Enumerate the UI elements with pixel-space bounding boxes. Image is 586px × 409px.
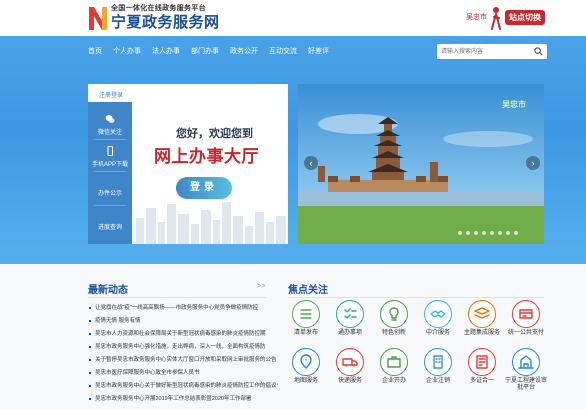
focus-item[interactable]: 统一公共支付 <box>504 300 548 337</box>
lightbulb-icon <box>380 300 408 328</box>
service-hall-panel: 注册登录 微信关注 手机APP下载 办件公示 进度查询 您好，欢迎您到 网上办事… <box>88 84 288 244</box>
handshake-icon <box>424 300 452 328</box>
focus-item-label: 清单发布 <box>293 330 318 336</box>
case-publicity-item[interactable]: 办件公示 <box>88 188 132 197</box>
delivery-icon <box>336 348 364 376</box>
focus-item-label: 通办事项 <box>337 330 362 336</box>
panel-sidebar: 注册登录 微信关注 手机APP下载 办件公示 进度查询 <box>88 84 132 244</box>
nav-rating[interactable]: 好差评 <box>308 46 329 56</box>
carousel-dot[interactable] <box>506 231 510 235</box>
focus-item[interactable]: 企业注销 <box>416 348 460 385</box>
city-skyline-image <box>136 202 286 244</box>
online-hall-title: 网上办事大厅 <box>154 147 259 166</box>
certificate-icon <box>468 348 496 376</box>
news-item[interactable]: 吴忠市政务服务中心关于做好新型冠状病毒感染的肺炎疫情防控工作的倡议书 <box>88 380 278 393</box>
phone-icon <box>107 146 113 156</box>
divider <box>94 205 126 206</box>
app-download-label: 手机APP下载 <box>91 162 128 168</box>
focus-item-label: 主题集成服务 <box>463 330 500 336</box>
divider <box>94 139 126 140</box>
progress-query-label: 进度查询 <box>97 225 122 231</box>
wechat-icon <box>105 115 115 123</box>
layers-icon <box>468 300 496 328</box>
focus-item-label: 统一公共支付 <box>507 330 544 336</box>
welcome-text: 您好，欢迎您到 <box>176 128 253 140</box>
focus-item[interactable]: 快递服务 <box>328 348 372 385</box>
nav-personal[interactable]: 个人办事 <box>113 46 141 56</box>
news-item[interactable]: 吴忠市医疗保障服务中心致全市参保人员书 <box>88 367 278 380</box>
nav-home[interactable]: 首页 <box>88 46 102 56</box>
news-item[interactable]: 吴忠市政务服务中心开展2019年工作总结表彰暨2020年工作部署 <box>88 393 278 406</box>
news-item[interactable]: 疫情无情 服务有情 <box>88 315 278 328</box>
carousel-dot[interactable] <box>490 231 494 235</box>
wechat-follow-item[interactable]: 微信关注 <box>88 114 132 136</box>
site-switch-button[interactable]: 站点切换 <box>505 10 545 25</box>
focus-item-label: 多证合一 <box>469 378 494 384</box>
news-item[interactable]: 关于暂停吴忠市政务服务中心实体大厅窗口开放和采取网上审批服务的公告 <box>88 354 278 367</box>
carousel-dots <box>458 231 518 235</box>
news-more-link[interactable]: >> <box>257 283 265 290</box>
focus-item[interactable]: 特色创新 <box>372 300 416 337</box>
news-list: 让党旗在战“疫”一线高高飘扬——市政务服务中心党员争做疫情防控 疫情无情 服务有… <box>88 302 278 406</box>
progress-query-item[interactable]: 进度查询 <box>88 222 132 231</box>
news-section-title: 最新动态 <box>88 285 128 296</box>
carousel-dot[interactable] <box>482 231 486 235</box>
focus-item[interactable]: 通办事项 <box>328 300 372 337</box>
construction-icon <box>512 348 540 376</box>
register-login-tab[interactable]: 注册登录 <box>88 84 132 102</box>
search-box <box>437 44 547 59</box>
news-item[interactable]: 吴忠市人力资源和社会保障局关于新型冠状病毒感染的肺炎疫情防控期 <box>88 328 278 341</box>
search-input[interactable] <box>441 46 531 57</box>
nav-corporate[interactable]: 法人办事 <box>152 46 180 56</box>
site-title: 宁夏政务服务网 <box>111 14 220 31</box>
carousel-dot[interactable] <box>514 231 518 235</box>
carousel-dot[interactable] <box>474 231 478 235</box>
focus-item-label: 中介服务 <box>425 330 450 336</box>
nav-interaction[interactable]: 互动交流 <box>269 46 297 56</box>
payment-icon <box>512 300 540 328</box>
news-item[interactable]: 吴忠市政务服务中心强化措施，走出弊病，深入一线，全面构筑疫情防 <box>88 341 278 354</box>
focus-item[interactable]: 多证合一 <box>460 348 504 385</box>
divider <box>94 171 126 172</box>
main-nav: 首页 个人办事 法人办事 部门办事 政务公开 互动交流 好差评 <box>88 46 340 56</box>
carousel-dot[interactable] <box>498 231 502 235</box>
list-icon <box>292 300 320 328</box>
current-city: 吴忠市 <box>466 14 487 21</box>
app-download-item[interactable]: 手机APP下载 <box>88 146 132 168</box>
focus-item-label: 企业开办 <box>381 378 406 384</box>
focus-item-label: 宁夏工程建设审批平台 <box>504 378 547 391</box>
banner-city-text: 吴忠市 <box>502 100 526 109</box>
divider <box>288 297 544 298</box>
focus-item-label: 企业注销 <box>425 378 450 384</box>
building-icon <box>424 348 452 376</box>
focus-item[interactable]: 企业开办 <box>372 348 416 385</box>
focus-item-label: 快递服务 <box>337 378 362 384</box>
checklist-icon <box>336 300 364 328</box>
news-item[interactable]: 让党旗在战“疫”一线高高飘扬——市政务服务中心党员争做疫情防控 <box>88 302 278 315</box>
header: 全国一体化在线政务服务平台 宁夏政务服务网 吴忠市 站点切换 <box>0 0 586 36</box>
lower-section: 最新动态 >> 让党旗在战“疫”一线高高飘扬——市政务服务中心党员争做疫情防控 … <box>0 264 586 409</box>
carousel-dot[interactable] <box>458 231 462 235</box>
divider <box>88 297 266 298</box>
map-pin-icon <box>292 348 320 376</box>
logo-icon <box>89 7 107 30</box>
carousel-dot[interactable] <box>466 231 470 235</box>
wechat-follow-label: 微信关注 <box>97 130 122 136</box>
banner-carousel[interactable]: 吴忠市 ‹ › <box>298 84 544 244</box>
focus-item-label: 特色创新 <box>381 330 406 336</box>
search-icon[interactable] <box>534 47 543 56</box>
briefcase-icon <box>380 348 408 376</box>
focus-item[interactable]: 清单发布 <box>284 300 328 337</box>
focus-item[interactable]: 宁夏工程建设审批平台 <box>504 348 548 392</box>
banner-next-icon[interactable]: › <box>526 156 540 170</box>
nav-department[interactable]: 部门办事 <box>191 46 219 56</box>
focus-item[interactable]: 中介服务 <box>416 300 460 337</box>
case-publicity-label: 办件公示 <box>97 191 122 197</box>
nav-disclosure[interactable]: 政务公开 <box>230 46 258 56</box>
focus-item-label: 地图服务 <box>293 378 318 384</box>
focus-item[interactable]: 地图服务 <box>284 348 328 385</box>
focus-item[interactable]: 主题集成服务 <box>460 300 504 337</box>
focus-section-title: 焦点关注 <box>288 285 328 296</box>
banner-prev-icon[interactable]: ‹ <box>304 156 318 170</box>
